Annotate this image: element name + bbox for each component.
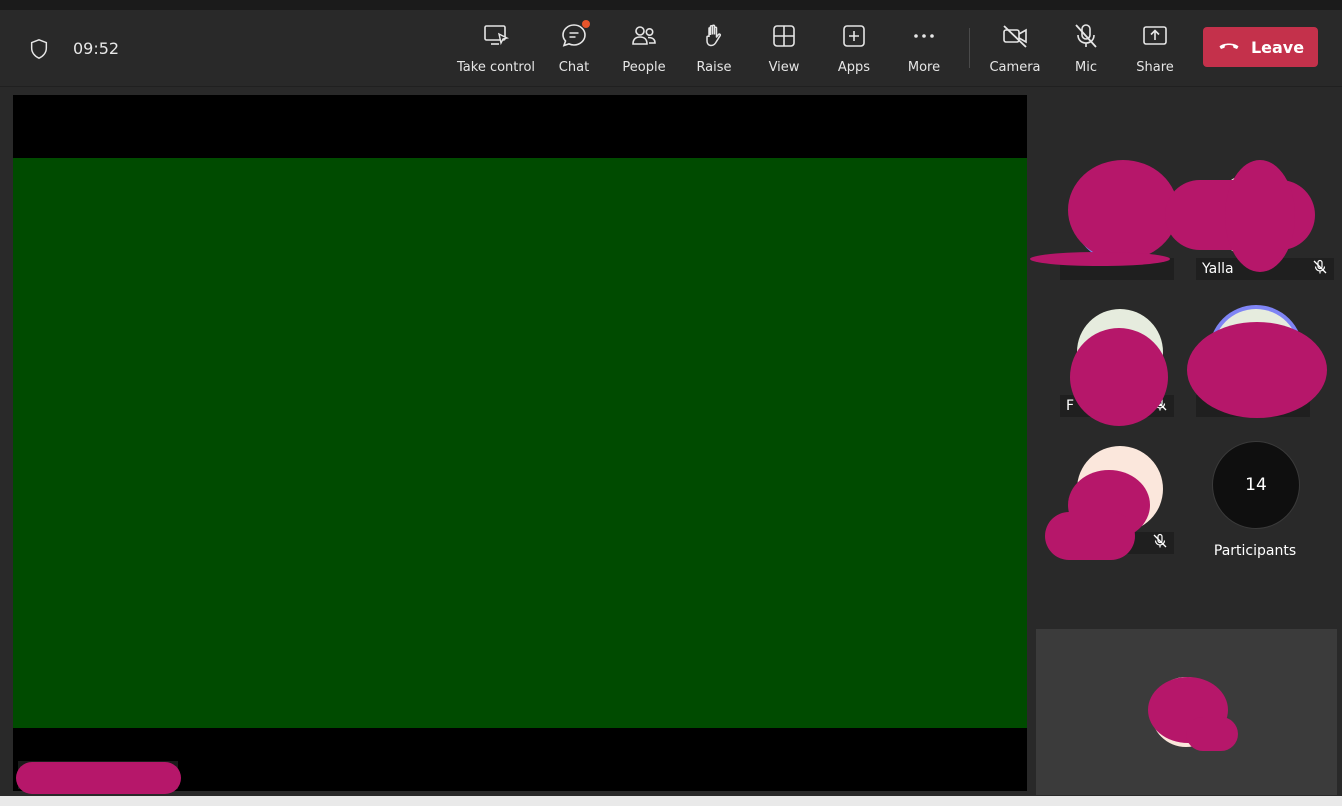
camera-button[interactable]: Camera (989, 22, 1041, 78)
view-button[interactable]: View (764, 22, 804, 78)
redaction-participant-5b (1045, 512, 1135, 560)
raise-hand-label: Raise (696, 60, 732, 75)
share-button[interactable]: Share (1135, 22, 1175, 78)
take-control-button[interactable]: Take control (457, 22, 536, 78)
leave-label: Leave (1250, 37, 1305, 57)
redaction-self-b (1186, 717, 1238, 751)
view-label: View (768, 60, 800, 75)
meeting-timer: 09:52 (73, 39, 120, 58)
mic-label: Mic (1075, 60, 1097, 75)
camera-label: Camera (989, 60, 1041, 75)
take-control-icon (482, 22, 510, 54)
window-top-strip (0, 0, 1342, 10)
participant-name: Yalla (1202, 261, 1234, 277)
redaction-participant-2b (1225, 160, 1295, 272)
camera-off-icon (1001, 22, 1029, 54)
chat-label: Chat (558, 60, 590, 75)
people-icon (630, 22, 658, 54)
participant-count: 14 (1245, 475, 1267, 495)
people-button[interactable]: People (620, 22, 668, 78)
chat-unread-badge (582, 20, 590, 28)
apps-label: Apps (837, 60, 871, 75)
shield-icon[interactable] (28, 38, 50, 60)
mic-off-icon (1072, 22, 1100, 54)
raise-hand-button[interactable]: Raise (694, 22, 734, 78)
window-bottom-strip (0, 796, 1342, 806)
mic-off-icon (1312, 259, 1328, 279)
redaction-participant-1 (1068, 160, 1178, 260)
shared-screen-content (13, 158, 1027, 728)
raise-hand-icon (700, 22, 728, 54)
view-icon (770, 22, 798, 54)
more-icon (910, 22, 938, 54)
apps-button[interactable]: Apps (834, 22, 874, 78)
chat-icon (560, 20, 590, 54)
hang-up-icon (1217, 33, 1241, 61)
participant-name: F (1066, 398, 1075, 414)
people-label: People (622, 60, 666, 75)
chat-button[interactable]: Chat (554, 20, 594, 78)
apps-icon (840, 22, 868, 54)
redaction-presenter-name (16, 762, 181, 794)
redaction-participant-4 (1187, 322, 1327, 418)
participant-count-label: Participants (1213, 543, 1297, 559)
shared-screen-stage[interactable] (13, 95, 1027, 794)
share-label: Share (1136, 60, 1174, 75)
self-view-tile[interactable] (1036, 629, 1337, 795)
take-control-label: Take control (457, 60, 536, 75)
redaction-participant-1b (1030, 252, 1170, 266)
more-button[interactable]: More (904, 22, 944, 78)
leave-button[interactable]: Leave (1203, 27, 1318, 67)
mic-button[interactable]: Mic (1066, 22, 1106, 78)
more-label: More (907, 60, 941, 75)
mic-off-icon (1152, 533, 1168, 553)
participant-count-button[interactable]: 14 (1212, 441, 1300, 529)
toolbar-divider (969, 28, 970, 68)
redaction-participant-3 (1070, 328, 1168, 426)
meeting-toolbar: 09:52 Take control Chat People Raise Vie… (0, 10, 1342, 87)
share-icon (1141, 22, 1169, 54)
